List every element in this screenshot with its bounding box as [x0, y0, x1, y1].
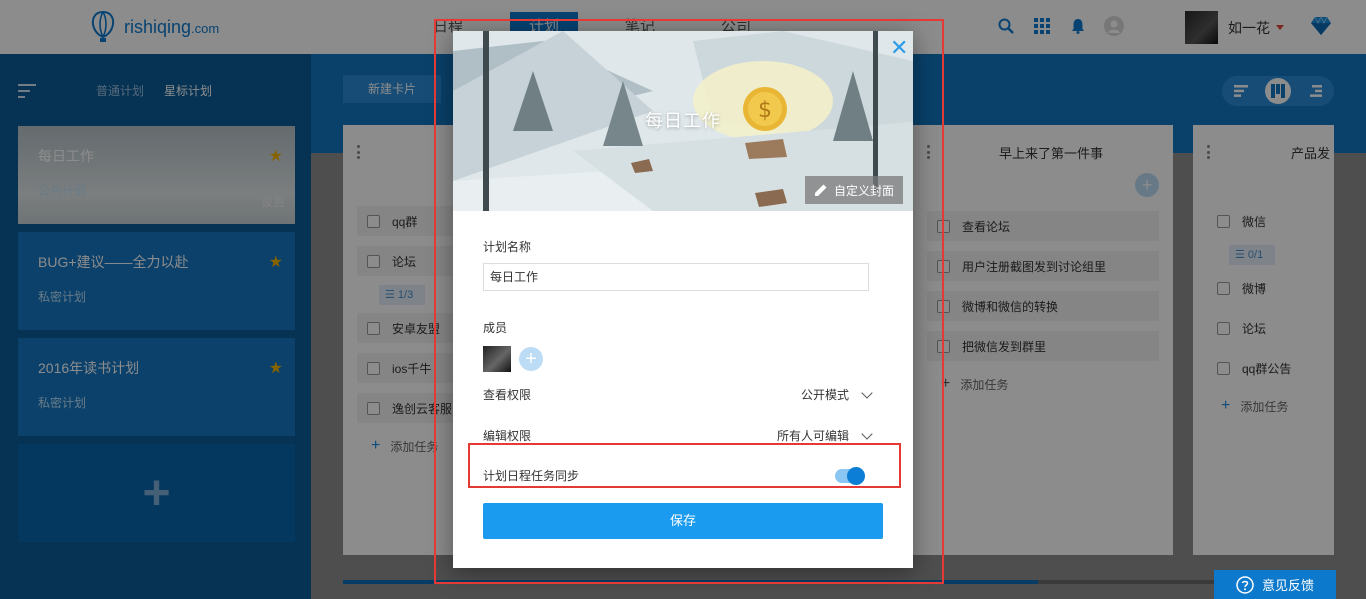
toggle-knob	[847, 466, 865, 485]
plan-settings-dialog: $ 每日工作 ✕ 自定义封面 计划名称 每日工作 成员 + 查看权限 公开模式 …	[453, 31, 913, 568]
sync-label: 计划日程任务同步	[483, 469, 580, 483]
plan-form: 计划名称 每日工作 成员 + 查看权限 公开模式 编辑权限 所有人可编辑 计划日…	[483, 211, 883, 485]
view-permission-value: 公开模式	[800, 388, 849, 402]
plan-name-label: 计划名称	[483, 240, 532, 254]
add-member-icon[interactable]: +	[519, 347, 543, 371]
cover-image: $ 每日工作 ✕ 自定义封面	[453, 31, 913, 211]
view-permission-row[interactable]: 查看权限 公开模式	[483, 386, 883, 403]
members-label: 成员	[483, 321, 508, 335]
view-permission-label: 查看权限	[483, 388, 532, 402]
sync-toggle[interactable]	[835, 466, 865, 485]
feedback-button[interactable]: 意见反馈	[1214, 570, 1336, 599]
custom-cover-button[interactable]: 自定义封面	[805, 176, 903, 204]
member-list: +	[483, 346, 883, 372]
feedback-label: 意见反馈	[1261, 578, 1314, 593]
pencil-icon	[814, 184, 827, 196]
plan-name-input[interactable]: 每日工作	[483, 263, 869, 291]
member-avatar[interactable]	[483, 346, 511, 372]
cover-title: 每日工作	[645, 111, 721, 131]
chevron-down-icon	[861, 427, 873, 440]
sync-row: 计划日程任务同步	[483, 466, 883, 485]
custom-cover-label: 自定义封面	[833, 183, 894, 198]
edit-permission-value: 所有人可编辑	[776, 429, 849, 443]
close-icon[interactable]: ✕	[890, 37, 908, 59]
edit-permission-row[interactable]: 编辑权限 所有人可编辑	[483, 427, 883, 444]
question-icon	[1236, 575, 1254, 594]
save-button[interactable]: 保存	[483, 503, 883, 539]
edit-permission-label: 编辑权限	[483, 429, 532, 443]
chevron-down-icon	[861, 386, 873, 399]
